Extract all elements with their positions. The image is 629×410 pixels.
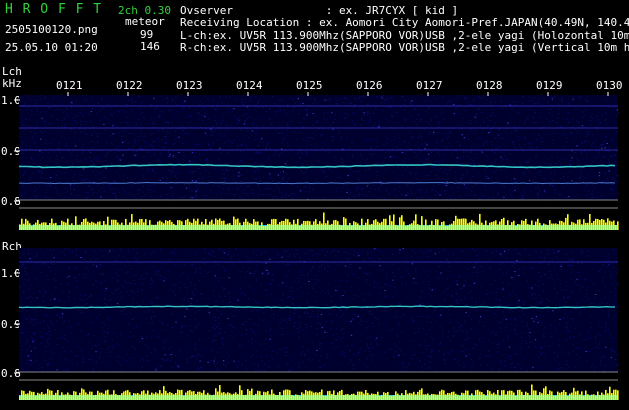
rch-activity-bars <box>19 384 619 400</box>
lch-activity-bars <box>19 212 619 230</box>
hroft-window: H R O F F T 2ch 0.30 2505100120.png mete… <box>0 0 629 410</box>
lch-spectrogram <box>18 95 619 201</box>
rch-spectrogram <box>18 248 620 373</box>
spectrogram-canvas <box>14 92 620 400</box>
